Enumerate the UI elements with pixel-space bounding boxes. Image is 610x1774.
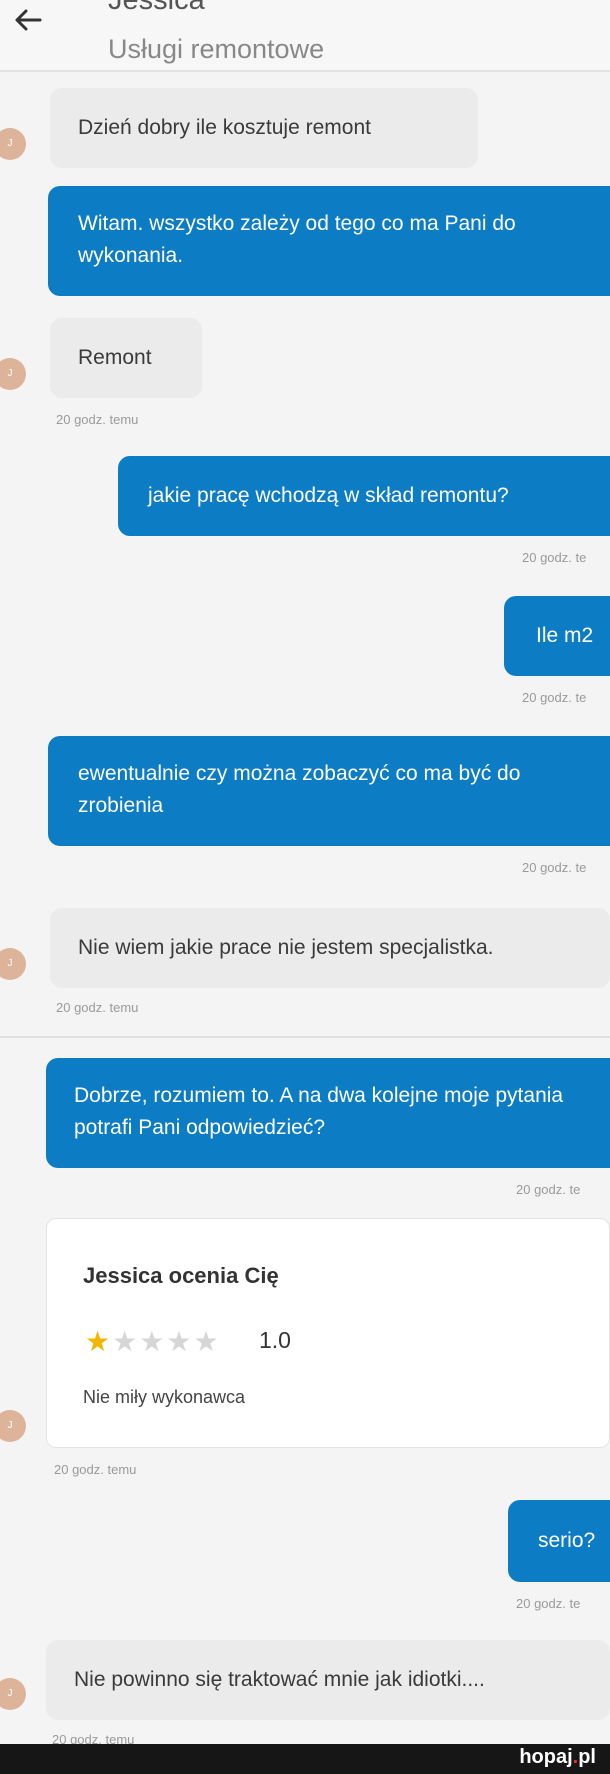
star-empty-icon: ★ (139, 1326, 167, 1357)
message-incoming: Dzień dobry ile kosztuje remont (50, 88, 478, 168)
star-filled-icon: ★ (85, 1326, 113, 1357)
rating-value: 1.0 (259, 1327, 291, 1353)
message-timestamp: 20 godz. te (522, 690, 587, 705)
message-timestamp: 20 godz. te (516, 1182, 581, 1197)
star-empty-icon: ★ (166, 1326, 194, 1357)
message-outgoing: serio? (508, 1500, 610, 1582)
message-incoming: Remont (50, 318, 202, 398)
message-timestamp: 20 godz. te (522, 860, 587, 875)
hopaj-logo: hopaj.pl (519, 1746, 596, 1768)
star-empty-icon: ★ (112, 1326, 140, 1357)
contact-subtitle: Usługi remontowe (108, 34, 325, 64)
watermark-bar: hopaj.pl (0, 1744, 610, 1774)
message-outgoing: jakie pracę wchodzą w skład remontu? (118, 456, 610, 536)
avatar[interactable]: J (0, 358, 26, 390)
avatar[interactable]: J (0, 1678, 26, 1710)
message-timestamp: 20 godz. temu (56, 1000, 139, 1015)
rating-title: Jessica ocenia Cię (83, 1263, 279, 1288)
message-incoming: Nie wiem jakie prace nie jestem specjali… (50, 908, 610, 988)
star-empty-icon: ★ (193, 1326, 221, 1357)
contact-name: Jessica (108, 0, 205, 16)
message-timestamp: 20 godz. te (516, 1596, 581, 1611)
chat-header: Jessica Usługi remontowe (0, 0, 610, 72)
rating-card: Jessica ocenia Cię ★★★★★ 1.0 Nie miły wy… (46, 1218, 610, 1448)
message-timestamp: 20 godz. te (522, 550, 587, 565)
message-timestamp: 20 godz. temu (54, 1462, 137, 1477)
message-outgoing: Dobrze, rozumiem to. A na dwa kolejne mo… (46, 1058, 610, 1168)
star-rating: ★★★★★ (85, 1325, 221, 1358)
message-outgoing: Witam. wszystko zależy od tego co ma Pan… (48, 186, 610, 296)
review-text: Nie miły wykonawca (83, 1387, 246, 1407)
date-divider (0, 1036, 610, 1038)
message-outgoing: Ile m2 (504, 596, 610, 676)
back-arrow-icon[interactable] (8, 0, 48, 40)
avatar[interactable]: J (0, 948, 26, 980)
message-outgoing: ewentualnie czy można zobaczyć co ma być… (48, 736, 610, 846)
avatar[interactable]: J (0, 1410, 26, 1442)
message-timestamp: 20 godz. temu (56, 412, 139, 427)
message-incoming: Nie powinno się traktować mnie jak idiot… (46, 1640, 610, 1720)
avatar[interactable]: J (0, 128, 26, 160)
